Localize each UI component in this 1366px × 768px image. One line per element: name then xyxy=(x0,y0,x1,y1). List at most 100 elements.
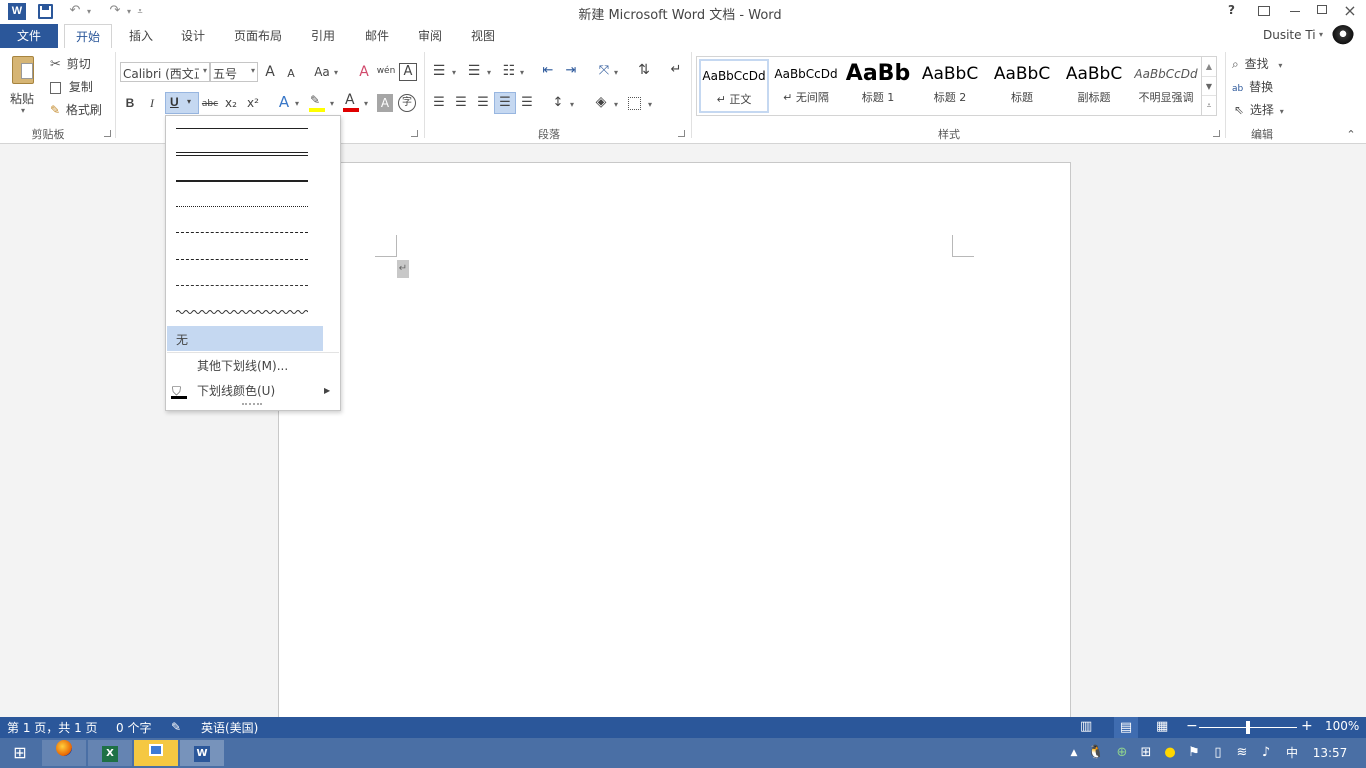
justify-icon[interactable]: ☰ xyxy=(494,92,516,114)
minimize-icon[interactable] xyxy=(1290,11,1300,12)
grow-font-icon[interactable]: A xyxy=(262,63,278,81)
style-item[interactable]: AaBbCcDd 不明显强调 xyxy=(1131,59,1201,113)
snipping-taskbar-icon[interactable] xyxy=(134,740,178,766)
show-hide-marks-icon[interactable]: ↵ xyxy=(668,61,684,79)
underline-button[interactable]: U ▾ xyxy=(165,92,199,114)
subscript-button[interactable]: x₂ xyxy=(222,94,240,112)
user-dropdown-icon[interactable]: ▾ xyxy=(1319,30,1323,39)
borders-icon[interactable] xyxy=(628,97,641,110)
word-app-icon[interactable]: W xyxy=(8,3,26,20)
security-tray-icon[interactable]: ● xyxy=(1160,738,1180,768)
bullets-icon[interactable]: ☰ xyxy=(430,62,448,80)
shading-icon[interactable]: ◈ xyxy=(592,93,610,111)
zoom-in-button[interactable]: + xyxy=(1301,718,1313,734)
underline-option-dotted[interactable] xyxy=(176,206,308,207)
style-item[interactable]: AaBb 标题 1 xyxy=(843,59,913,113)
flag-tray-icon[interactable]: ⚑ xyxy=(1184,738,1204,768)
styles-scroll-up-icon[interactable]: ▲ xyxy=(1202,57,1216,76)
cut-button[interactable]: ✂ 剪切 xyxy=(50,55,91,73)
character-border-icon[interactable]: A xyxy=(399,63,417,81)
clock[interactable]: 13:57 xyxy=(1308,738,1352,768)
tab-file[interactable]: 文件 xyxy=(0,24,58,48)
undo-dropdown-icon[interactable]: ▾ xyxy=(84,3,94,21)
power-tray-icon[interactable]: ▯ xyxy=(1208,738,1228,768)
highlight-dropdown-icon[interactable]: ▾ xyxy=(328,95,336,113)
style-item[interactable]: AaBbC 标题 xyxy=(987,59,1057,113)
text-effects-dropdown-icon[interactable]: ▾ xyxy=(293,95,301,113)
font-color-dropdown-icon[interactable]: ▾ xyxy=(362,95,370,113)
sort-icon[interactable]: ⇅ xyxy=(634,61,654,79)
zoom-out-button[interactable]: − xyxy=(1186,718,1198,734)
underline-option-thick[interactable] xyxy=(176,180,308,182)
shrink-font-icon[interactable]: A xyxy=(284,65,298,83)
page-count[interactable]: 第 1 页，共 1 页 xyxy=(7,719,98,736)
phonetic-guide-icon[interactable]: wén xyxy=(376,62,396,80)
more-underlines-item[interactable]: 其他下划线(M)... xyxy=(166,355,340,377)
bullets-dropdown-icon[interactable]: ▾ xyxy=(450,64,458,82)
document-page[interactable]: ↵ xyxy=(278,162,1071,722)
find-button[interactable]: ⌕ 查找 ▾ xyxy=(1232,55,1282,73)
clipboard-launcher-icon[interactable] xyxy=(104,130,111,137)
undo-icon[interactable]: ↶ xyxy=(66,2,84,20)
start-button[interactable]: ⊞ xyxy=(0,740,40,766)
tab-references[interactable]: 引用 xyxy=(300,24,346,48)
zoom-level[interactable]: 100% xyxy=(1325,719,1359,733)
multilevel-list-icon[interactable]: ☷ xyxy=(500,62,518,80)
style-item[interactable]: AaBbC 副标题 xyxy=(1059,59,1129,113)
menu-resize-grip[interactable] xyxy=(242,403,262,406)
word-count[interactable]: 0 个字 xyxy=(116,719,151,736)
font-launcher-icon[interactable] xyxy=(411,130,418,137)
windows-tray-icon[interactable]: ⊞ xyxy=(1136,738,1156,768)
line-spacing-icon[interactable]: ↕ xyxy=(548,94,568,112)
wifi-tray-icon[interactable]: ≋ xyxy=(1232,738,1252,768)
decrease-indent-icon[interactable]: ⇤ xyxy=(538,62,558,80)
print-layout-icon[interactable]: ▤ xyxy=(1114,717,1138,738)
chinese-layout-icon[interactable]: ⤧ xyxy=(594,62,614,80)
replace-button[interactable]: ab 替换 xyxy=(1232,78,1273,96)
strikethrough-button[interactable]: abc xyxy=(200,95,220,113)
font-color-icon[interactable]: A xyxy=(342,92,360,112)
proofing-icon[interactable]: ✎ xyxy=(171,720,181,734)
styles-more-icon[interactable]: ⩡ xyxy=(1202,95,1216,114)
format-painter-button[interactable]: ✎ 格式刷 xyxy=(50,101,102,119)
network-tray-icon[interactable]: ⊕ xyxy=(1112,738,1132,768)
shading-dropdown-icon[interactable]: ▾ xyxy=(612,96,620,114)
superscript-button[interactable]: x² xyxy=(244,94,262,112)
select-button[interactable]: ⇖ 选择 ▾ xyxy=(1234,101,1284,119)
user-name[interactable]: Dusite Ti xyxy=(1263,28,1316,42)
align-left-icon[interactable]: ☰ xyxy=(430,94,448,112)
style-item[interactable]: AaBbC 标题 2 xyxy=(915,59,985,113)
italic-button[interactable]: I xyxy=(144,94,160,112)
font-size-combobox[interactable]: 五号 ▾ xyxy=(210,62,258,82)
language-indicator[interactable]: 英语(美国) xyxy=(201,719,258,736)
tab-mailings[interactable]: 邮件 xyxy=(354,24,400,48)
tab-insert[interactable]: 插入 xyxy=(118,24,164,48)
font-name-combobox[interactable]: Calibri (西文正 ▾ xyxy=(120,62,210,82)
customize-qat-icon[interactable]: ⩡ xyxy=(134,3,146,21)
line-spacing-dropdown-icon[interactable]: ▾ xyxy=(568,96,576,114)
close-icon[interactable]: × xyxy=(1340,1,1360,20)
borders-dropdown-icon[interactable]: ▾ xyxy=(646,96,654,114)
change-case-dropdown-icon[interactable]: ▾ xyxy=(332,64,340,82)
align-center-icon[interactable]: ☰ xyxy=(452,94,470,112)
highlight-icon[interactable]: ✎ xyxy=(308,93,326,112)
paragraph-launcher-icon[interactable] xyxy=(678,130,685,137)
underline-option-dash-dot-dot[interactable] xyxy=(176,285,308,286)
chinese-layout-dropdown-icon[interactable]: ▾ xyxy=(612,64,620,82)
tab-page-layout[interactable]: 页面布局 xyxy=(224,24,292,48)
increase-indent-icon[interactable]: ⇥ xyxy=(561,62,581,80)
underline-option-dashed[interactable] xyxy=(176,232,308,233)
styles-scroll-down-icon[interactable]: ▼ xyxy=(1202,76,1216,95)
multilevel-dropdown-icon[interactable]: ▾ xyxy=(518,64,526,82)
volume-tray-icon[interactable]: ♪ xyxy=(1256,738,1276,768)
avatar[interactable] xyxy=(1332,25,1354,47)
underline-option-none[interactable]: 无 xyxy=(167,326,323,351)
redo-icon[interactable]: ↷ xyxy=(106,2,124,20)
help-icon[interactable]: ? xyxy=(1228,3,1242,17)
collapse-ribbon-icon[interactable]: ⌃ xyxy=(1344,126,1358,144)
style-item[interactable]: AaBbCcDd ↵ 正文 xyxy=(699,59,769,113)
qq-tray-icon[interactable]: 🐧 xyxy=(1086,738,1106,768)
underline-option-words[interactable] xyxy=(176,152,308,156)
underline-color-item[interactable]: ⛉ 下划线颜色(U) ▶ xyxy=(166,380,340,402)
align-right-icon[interactable]: ☰ xyxy=(474,94,492,112)
